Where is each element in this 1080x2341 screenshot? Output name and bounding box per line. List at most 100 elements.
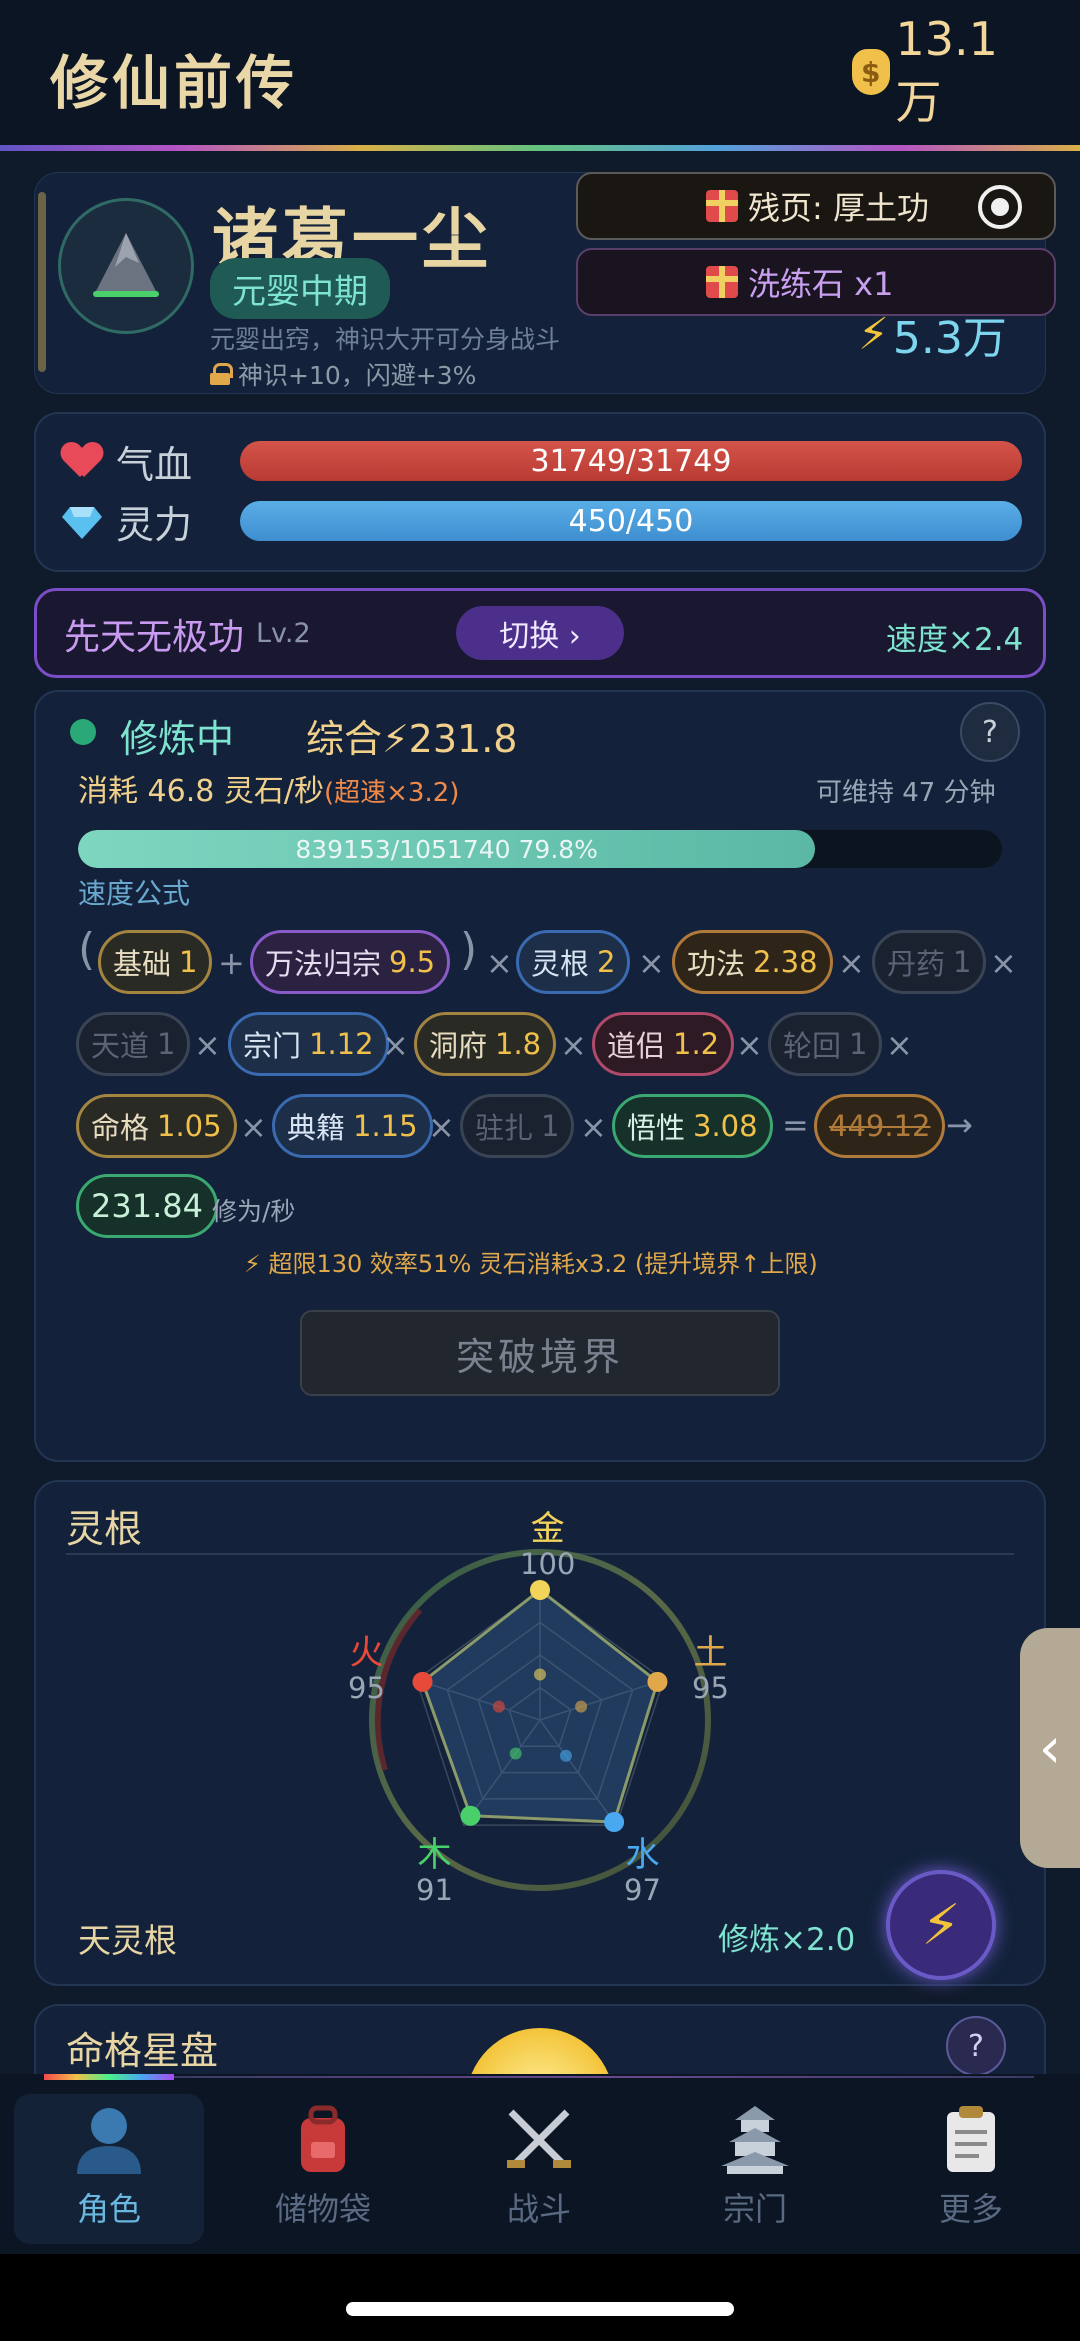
radar-shape	[420, 1588, 660, 1824]
nav-item-more[interactable]: 更多	[876, 2094, 1066, 2244]
nav-item-battle[interactable]: 战斗	[444, 2094, 634, 2244]
nav-active-indicator	[44, 2074, 174, 2080]
loot-notice-text: 残页: 厚土功	[748, 189, 929, 227]
factor-wanfa[interactable]: 万法归宗 9.5	[250, 930, 451, 994]
equals-operator: =	[782, 1106, 809, 1144]
realm-badge: 元婴中期	[210, 258, 390, 319]
hp-row: 气血 31749/31749	[62, 438, 1022, 487]
crossed-swords-icon	[501, 2104, 577, 2174]
spirit-root-type: 天灵根	[78, 1921, 177, 1960]
person-icon	[71, 2104, 147, 2174]
gift-icon	[706, 266, 738, 298]
currency-amount: 13.1万	[895, 12, 998, 129]
nav-item-sect[interactable]: 宗门	[660, 2094, 850, 2244]
card-accent-bar	[38, 192, 46, 372]
factor-lunhui[interactable]: 轮回 1	[768, 1012, 883, 1076]
nav-item-character[interactable]: 角色	[14, 2094, 204, 2244]
lightning-icon: ⚡	[858, 308, 889, 360]
radar-point	[530, 1580, 550, 1600]
times-operator: ×	[990, 944, 1017, 982]
hp-bar: 31749/31749	[240, 441, 1022, 481]
quick-action-button[interactable]: ⚡	[886, 1870, 996, 1980]
radar-inner-point	[575, 1700, 588, 1713]
times-operator: ×	[736, 1026, 763, 1064]
factor-mingge[interactable]: 命格 1.05	[76, 1094, 237, 1158]
breakthrough-button[interactable]: 突破境界	[300, 1310, 780, 1396]
home-indicator[interactable]	[346, 2302, 734, 2316]
radar-inner-point	[559, 1749, 572, 1762]
cultivation-help-button[interactable]: ?	[960, 702, 1020, 762]
system-bar	[0, 2254, 1080, 2341]
element-metal: 金 100	[520, 1509, 576, 1581]
element-wood: 木 91	[416, 1835, 453, 1907]
times-operator: ×	[486, 944, 513, 982]
cultivation-progress-text: 839153/1051740 79.8%	[295, 834, 598, 864]
formula-title: 速度公式	[78, 877, 191, 910]
radar-point	[604, 1812, 625, 1833]
factor-dongfu[interactable]: 洞府 1.8	[414, 1012, 557, 1076]
factor-zongmen[interactable]: 宗门 1.12	[228, 1012, 389, 1076]
combat-power-value: 5.3万	[892, 313, 1007, 364]
mp-label: 灵力	[116, 502, 193, 547]
record-button[interactable]	[960, 180, 1040, 234]
nav-item-bag[interactable]: 储物袋	[228, 2094, 418, 2244]
technique-name: 先天无极功	[64, 617, 245, 658]
spirit-root-multiplier: 修炼×2.0	[718, 1922, 856, 1958]
consumption-text: 消耗 46.8 灵石/秒	[78, 774, 324, 809]
mp-bar: 450/450	[240, 501, 1022, 541]
times-operator: ×	[382, 1026, 409, 1064]
technique-level: Lv.2	[256, 618, 311, 649]
cultivation-rate: 231.84	[76, 1174, 218, 1238]
status-dot	[70, 719, 96, 745]
factor-tiandao[interactable]: 天道 1	[76, 1012, 191, 1076]
backpack-icon	[285, 2104, 361, 2174]
close-paren: )	[460, 924, 478, 975]
cultivation-progress-fill: 839153/1051740 79.8%	[78, 830, 816, 868]
mp-value: 450/450	[568, 503, 694, 539]
gift-icon	[706, 190, 738, 222]
times-operator: ×	[240, 1108, 267, 1146]
money-bag-icon: $	[852, 49, 890, 95]
radar-point	[460, 1805, 481, 1826]
pagoda-icon	[717, 2104, 793, 2174]
times-operator: ×	[428, 1108, 455, 1146]
hp-value: 31749/31749	[530, 443, 732, 479]
radar-inner-point	[492, 1700, 505, 1713]
combat-power: ⚡ 5.3万	[858, 302, 1007, 366]
record-icon	[978, 185, 1022, 229]
element-earth: 土 95	[692, 1633, 729, 1705]
lock-icon	[210, 363, 233, 385]
switch-technique-button[interactable]: 切换 ›	[456, 606, 624, 660]
radar-point	[412, 1671, 433, 1692]
open-paren: (	[78, 924, 96, 975]
chevron-left-icon: ‹	[1038, 1715, 1062, 1781]
sustain-time: 可维持 47 分钟	[816, 778, 996, 808]
factor-gongfa[interactable]: 功法 2.38	[672, 930, 833, 994]
lightning-icon: ⚡	[921, 1892, 961, 1958]
realm-buff-text: 神识+10，闪避+3%	[238, 361, 477, 390]
clipboard-icon	[933, 2104, 1009, 2174]
times-operator: ×	[638, 944, 665, 982]
factor-linggen[interactable]: 灵根 2	[516, 930, 631, 994]
element-water: 水 97	[624, 1835, 661, 1907]
factor-wuxing[interactable]: 悟性 3.08	[612, 1094, 773, 1158]
element-fire: 火 95	[348, 1633, 385, 1705]
mountain-icon	[93, 233, 159, 297]
hp-label: 气血	[116, 442, 193, 487]
avatar[interactable]	[58, 198, 194, 334]
destiny-help-button[interactable]: ?	[946, 2016, 1006, 2076]
app-title: 修仙前传	[50, 49, 299, 117]
times-operator: ×	[194, 1026, 221, 1064]
stone-consumption: 消耗 46.8 灵石/秒(超速×3.2)	[78, 766, 459, 810]
cultivation-progress-bar: 839153/1051740 79.8%	[78, 830, 1002, 868]
realm-description: 元婴出窍，神识大开可分身战斗	[210, 325, 561, 354]
side-drawer-tab[interactable]: ‹	[1020, 1628, 1080, 1868]
destiny-star-title: 命格星盘	[66, 2029, 219, 2073]
factor-base[interactable]: 基础 1	[98, 930, 213, 994]
factor-dianji[interactable]: 典籍 1.15	[272, 1094, 433, 1158]
cultivation-total: 综合⚡231.8	[306, 717, 518, 761]
factor-zhuzha[interactable]: 驻扎 1	[460, 1094, 575, 1158]
overlimit-warning: ⚡ 超限130 效率51% 灵石消耗x3.2 (提升境界↑上限)	[244, 1250, 818, 1278]
factor-danyao[interactable]: 丹药 1	[872, 930, 987, 994]
factor-daolv[interactable]: 道侣 1.2	[592, 1012, 735, 1076]
